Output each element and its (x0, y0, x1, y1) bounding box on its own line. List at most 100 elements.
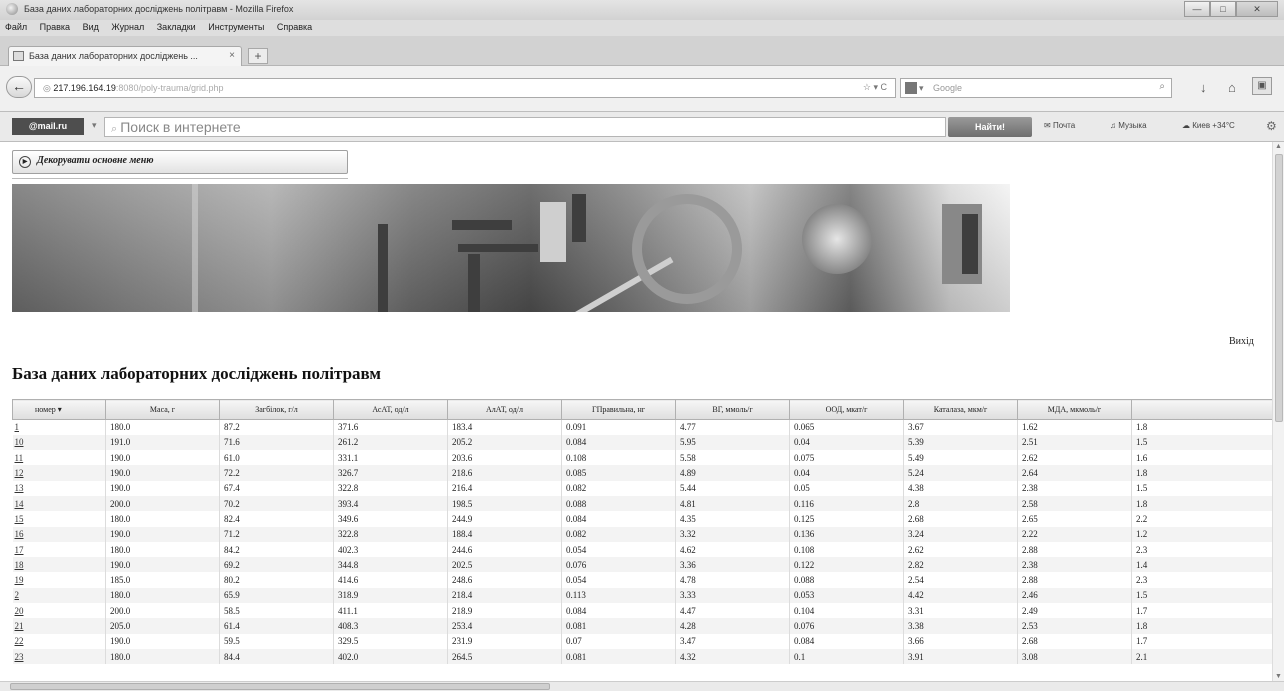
table-row[interactable]: 22 190.0 59.5 329.5 231.9 0.07 3.47 0.084 3.66 2.… (12, 633, 1272, 649)
search-icon[interactable]: ⌕ (1159, 81, 1165, 92)
row-number-link[interactable]: 21 (12, 618, 106, 634)
table-row[interactable]: 21 205.0 61.4 408.3 253.4 0.081 4.28 0.076 3.38 2… (12, 618, 1272, 634)
url-bar[interactable]: ◎ 217.196.164.19:8080/poly-trauma/grid.p… (34, 78, 896, 98)
row-number-link[interactable]: 10 (12, 434, 106, 451)
column-header[interactable]: ООД, мкат/г (789, 399, 904, 420)
table-cell: 216.4 (447, 480, 562, 496)
table-cell: 318.9 (333, 587, 448, 604)
row-number-link[interactable]: 1 (12, 419, 106, 435)
row-number-link[interactable]: 16 (12, 526, 106, 542)
weather-link[interactable]: ☁ Киев +34°С (1182, 121, 1235, 130)
row-number-link[interactable]: 11 (12, 450, 106, 466)
mailru-search-placeholder: Поиск в интернете (120, 119, 241, 135)
main-menu-button[interactable]: ▶ Декорувати основне меню (12, 150, 348, 174)
download-icon[interactable]: ↓ (1200, 80, 1207, 95)
column-header[interactable]: ГПравильна, нг (561, 399, 676, 420)
table-cell: 0.1 (789, 648, 904, 665)
row-number-link[interactable]: 20 (12, 603, 106, 619)
menu-bookmarks[interactable]: Закладки (152, 20, 201, 32)
minimize-button[interactable]: — (1184, 1, 1210, 17)
table-row[interactable]: 16 190.0 71.2 322.8 188.4 0.082 3.32 0.136 3.24 2… (12, 526, 1272, 542)
table-cell: 0.053 (789, 587, 904, 604)
table-cell: 2.3 (1131, 541, 1272, 558)
extension-icon[interactable]: ▣ (1252, 77, 1272, 95)
exit-link[interactable]: Вихід (1229, 336, 1254, 347)
table-row[interactable]: 17 180.0 84.2 402.3 244.6 0.054 4.62 0.108 2.62 2… (12, 541, 1272, 558)
column-header-number[interactable]: номер ▾ (12, 399, 106, 420)
search-input[interactable]: ▾ Google ⌕ (900, 78, 1172, 98)
find-button[interactable]: Найти! (948, 117, 1032, 137)
row-number-link[interactable]: 14 (12, 495, 106, 512)
table-row[interactable]: 2 180.0 65.9 318.9 218.4 0.113 3.33 0.053 4.42 2.… (12, 587, 1272, 604)
tab-close-icon[interactable]: × (229, 50, 235, 61)
tab-active[interactable]: База даних лабораторних досліджень ... × (8, 46, 242, 66)
reload-icon[interactable]: ☆ ▾ C (863, 82, 887, 93)
back-button[interactable]: ← (6, 76, 32, 98)
table-row[interactable]: 10 191.0 71.6 261.2 205.2 0.084 5.95 0.04 5.39 2.… (12, 434, 1272, 451)
row-number-link[interactable]: 22 (12, 633, 106, 649)
table-row[interactable]: 11 190.0 61.0 331.1 203.6 0.108 5.58 0.075 5.49 2… (12, 450, 1272, 466)
table-cell: 180.0 (105, 587, 220, 604)
gear-icon[interactable]: ⚙ (1266, 119, 1277, 133)
music-link[interactable]: ♫ Музыка (1110, 121, 1147, 130)
horizontal-scroll-thumb[interactable] (10, 683, 550, 690)
new-tab-button[interactable]: + (248, 48, 268, 64)
column-header[interactable] (1131, 399, 1272, 420)
music-icon: ♫ (1110, 121, 1116, 130)
column-header[interactable]: Маса, г (105, 399, 220, 420)
close-button[interactable]: ✕ (1236, 1, 1278, 17)
table-row[interactable]: 1 180.0 87.2 371.6 183.4 0.091 4.77 0.065 3.67 1.… (12, 419, 1272, 435)
row-number-link[interactable]: 18 (12, 557, 106, 573)
table-cell: 190.0 (105, 450, 220, 466)
home-icon[interactable]: ⌂ (1228, 80, 1236, 95)
sort-desc-icon[interactable]: ▾ (58, 405, 62, 414)
table-cell: 0.054 (561, 572, 676, 588)
table-cell: 331.1 (333, 450, 448, 466)
mailru-dropdown-icon[interactable]: ▾ (92, 120, 97, 131)
maximize-button[interactable]: □ (1210, 1, 1236, 17)
row-number-link[interactable]: 19 (12, 572, 106, 588)
vertical-scroll-thumb[interactable] (1275, 154, 1283, 422)
table-cell: 72.2 (219, 465, 334, 481)
menu-file[interactable]: Файл (0, 20, 32, 32)
row-number-link[interactable]: 23 (12, 648, 106, 665)
row-number-link[interactable]: 13 (12, 480, 106, 496)
table-cell: 0.085 (561, 465, 676, 481)
column-header[interactable]: АсАТ, од/л (333, 399, 448, 420)
table-row[interactable]: 19 185.0 80.2 414.6 248.6 0.054 4.78 0.088 2.54 2… (12, 572, 1272, 588)
table-row[interactable]: 20 200.0 58.5 411.1 218.9 0.084 4.47 0.104 3.31 2… (12, 603, 1272, 619)
vertical-scrollbar[interactable]: ▲ ▼ (1272, 142, 1284, 681)
table-cell: 4.47 (675, 603, 790, 619)
row-number-link[interactable]: 15 (12, 511, 106, 527)
google-icon[interactable] (905, 82, 917, 94)
mail-link[interactable]: ✉ Почта (1044, 121, 1075, 130)
column-header[interactable]: Загбілок, г/л (219, 399, 334, 420)
table-row[interactable]: 13 190.0 67.4 322.8 216.4 0.082 5.44 0.05 4.38 2.… (12, 480, 1272, 496)
column-header[interactable]: АлАТ, од/л (447, 399, 562, 420)
column-header[interactable]: ВГ, ммоль/г (675, 399, 790, 420)
menu-view[interactable]: Вид (78, 20, 104, 32)
column-header[interactable]: МДА, мкмоль/г (1017, 399, 1132, 420)
horizontal-scrollbar[interactable] (0, 681, 1284, 691)
table-cell: 0.081 (561, 618, 676, 634)
table-cell: 0.084 (789, 633, 904, 649)
menu-help[interactable]: Справка (272, 20, 317, 32)
column-header[interactable]: Каталаза, мкм/г (903, 399, 1018, 420)
table-row[interactable]: 18 190.0 69.2 344.8 202.5 0.076 3.36 0.122 2.82 2… (12, 557, 1272, 573)
row-number-link[interactable]: 2 (12, 587, 106, 604)
scroll-down-icon[interactable]: ▼ (1275, 673, 1282, 680)
table-cell: 5.24 (903, 465, 1018, 481)
scroll-up-icon[interactable]: ▲ (1275, 143, 1282, 150)
table-row[interactable]: 12 190.0 72.2 326.7 218.6 0.085 4.89 0.04 5.24 2.… (12, 465, 1272, 481)
table-row[interactable]: 14 200.0 70.2 393.4 198.5 0.088 4.81 0.116 2.8 2.… (12, 495, 1272, 512)
table-row[interactable]: 23 180.0 84.4 402.0 264.5 0.081 4.32 0.1 3.91 3.0… (12, 648, 1272, 665)
menu-history[interactable]: Журнал (106, 20, 149, 32)
mailru-search-input[interactable]: ⌕ Поиск в интернете (104, 117, 946, 137)
mailru-logo[interactable]: @mail.ru (12, 118, 84, 135)
row-number-link[interactable]: 12 (12, 465, 106, 481)
menu-edit[interactable]: Правка (35, 20, 75, 32)
engine-dropdown-icon[interactable]: ▾ (919, 83, 924, 94)
row-number-link[interactable]: 17 (12, 541, 106, 558)
menu-tools[interactable]: Инструменты (203, 20, 269, 32)
table-row[interactable]: 15 180.0 82.4 349.6 244.9 0.084 4.35 0.125 2.68 2… (12, 511, 1272, 527)
